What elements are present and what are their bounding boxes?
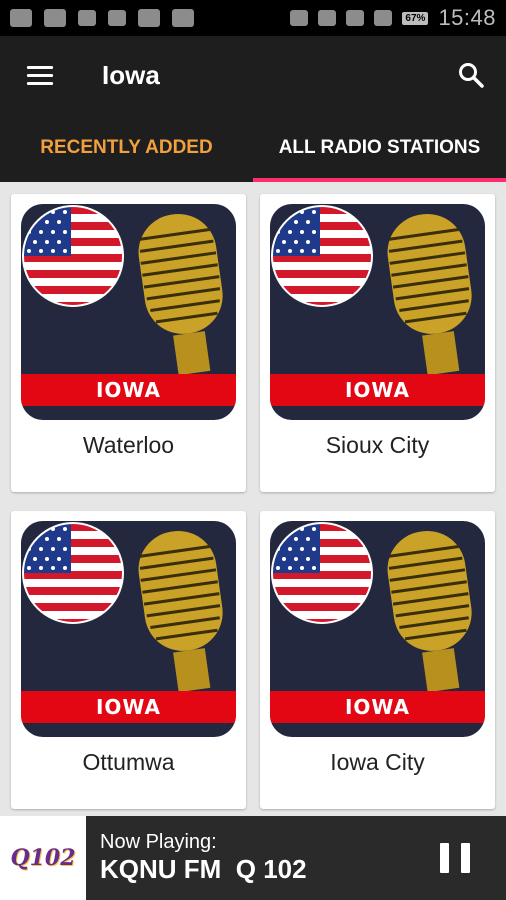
status-bar: 67% 15:48 [0,0,506,36]
now-playing-station: KQNU FM Q 102 [100,854,307,884]
page-title: Iowa [102,59,160,90]
station-card-ottumwa[interactable]: IOWA Ottumwa [11,511,246,809]
station-artwork: IOWA [21,521,236,737]
station-name: Ottumwa [82,749,175,775]
clock: 15:48 [438,5,496,30]
station-grid: IOWA Waterloo IOWA Sioux City IOWA Ottum… [0,182,506,816]
app-bar: Iowa [0,36,506,114]
station-artwork: IOWA [270,521,485,737]
station-name: Iowa City [330,749,425,775]
us-flag-microphone-icon [22,522,223,693]
tab-recently-added[interactable]: RECENTLY ADDED [0,114,253,182]
us-flag-microphone-icon [22,205,223,376]
mail-icon [10,9,32,27]
tab-bar: RECENTLY ADDED ALL RADIO STATIONS [0,114,506,182]
state-banner: IOWA [21,374,236,406]
pause-button[interactable] [440,843,470,873]
pause-icon [440,843,449,873]
us-flag-microphone-icon [271,205,472,376]
station-name: Waterloo [82,432,175,458]
app-icon [172,9,194,27]
now-playing-info: Now Playing: KQNU FM Q 102 [100,831,307,885]
menu-button[interactable] [0,36,80,114]
state-banner: IOWA [270,691,485,723]
alert-icon [44,9,66,27]
signal-icon-2 [374,10,393,26]
state-banner: IOWA [21,691,236,723]
station-logo: Q102 [0,816,86,900]
station-name: Sioux City [325,432,430,458]
search-icon [459,63,484,88]
sync-icon [290,10,309,26]
state-banner: IOWA [270,374,485,406]
hamburger-icon [27,65,53,69]
station-card-waterloo[interactable]: IOWA Waterloo [11,194,246,492]
battery-indicator: 67% [402,11,429,25]
signal-icon [346,10,365,26]
station-artwork: IOWA [21,204,236,420]
station-card-sioux-city[interactable]: IOWA Sioux City [260,194,495,492]
wifi-icon [318,10,337,26]
station-artwork: IOWA [270,204,485,420]
image-icon [138,9,160,27]
now-playing-label: Now Playing: [100,831,217,853]
android-icon [78,10,96,26]
now-playing-bar[interactable]: Q102 Now Playing: KQNU FM Q 102 [0,816,506,900]
send-icon [108,10,126,26]
station-card-iowa-city[interactable]: IOWA Iowa City [260,511,495,809]
us-flag-microphone-icon [271,522,472,693]
search-button[interactable] [436,36,506,114]
tab-all-radio-stations[interactable]: ALL RADIO STATIONS [253,114,506,182]
station-logo-text: Q102 [10,845,76,871]
